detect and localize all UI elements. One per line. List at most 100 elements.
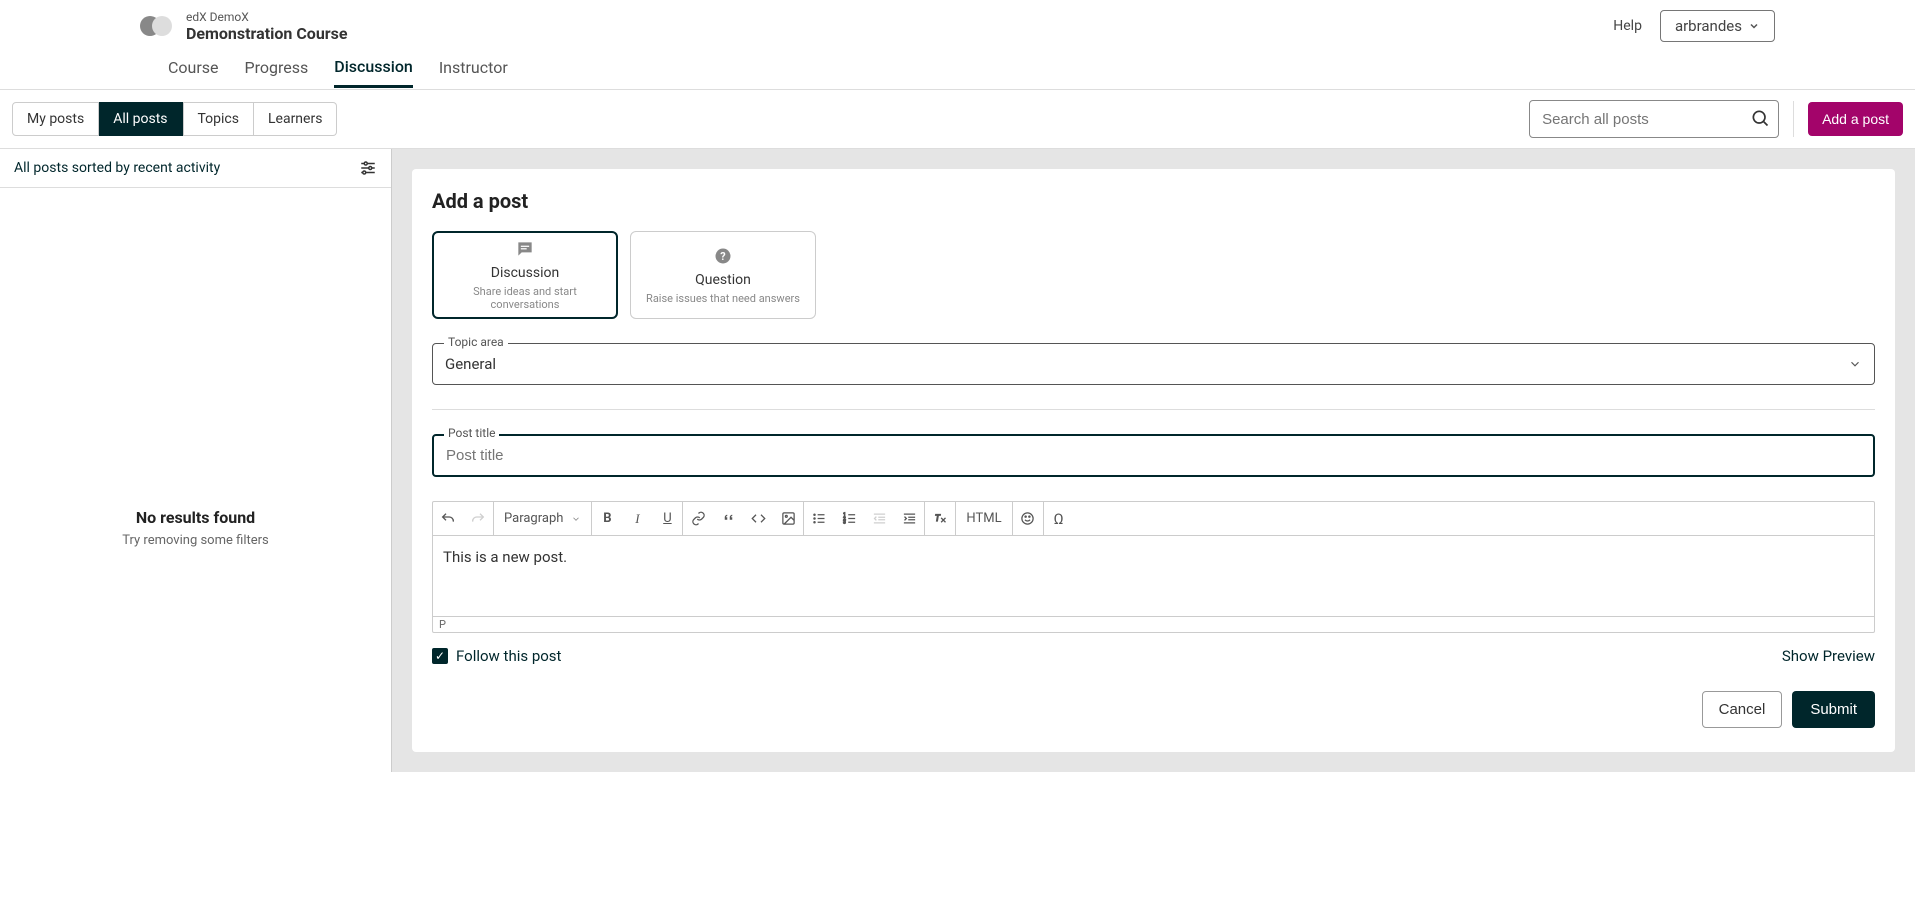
block-format-select[interactable]: Paragraph — [494, 511, 591, 526]
italic-button[interactable]: I — [622, 502, 652, 535]
show-preview-link[interactable]: Show Preview — [1782, 647, 1875, 665]
post-filter-group: My posts All posts Topics Learners — [12, 102, 337, 136]
tab-discussion[interactable]: Discussion — [334, 47, 413, 88]
course-name: Demonstration Course — [186, 24, 348, 43]
topic-label: Topic area — [444, 335, 508, 349]
type-question[interactable]: ? Question Raise issues that need answer… — [630, 231, 816, 319]
discussion-toolbar: My posts All posts Topics Learners Add a… — [0, 90, 1915, 149]
editor-path: P — [433, 616, 1874, 632]
no-results-title: No results found — [0, 508, 391, 527]
sort-text[interactable]: All posts sorted by recent activity — [14, 160, 220, 176]
user-name: arbrandes — [1675, 17, 1742, 35]
underline-icon: U — [663, 511, 671, 526]
submit-button[interactable]: Submit — [1792, 691, 1875, 728]
chevron-down-icon — [1748, 20, 1760, 32]
bold-button[interactable]: B — [592, 502, 622, 535]
chevron-down-icon — [1848, 357, 1862, 371]
bottom-row: ✓ Follow this post Show Preview — [432, 647, 1875, 665]
bullet-list-button[interactable] — [804, 502, 834, 535]
post-title-input[interactable] — [446, 447, 1861, 464]
svg-text:3: 3 — [843, 521, 846, 526]
quote-icon — [721, 511, 736, 526]
add-post-card: Add a post Discussion Share ideas and st… — [412, 169, 1895, 752]
help-link[interactable]: Help — [1613, 18, 1642, 34]
clear-format-button[interactable]: T — [925, 502, 955, 535]
tab-course[interactable]: Course — [168, 48, 219, 87]
user-menu[interactable]: arbrandes — [1660, 10, 1775, 42]
card-title: Add a post — [432, 189, 1875, 213]
course-nav: Course Progress Discussion Instructor — [0, 46, 1915, 90]
cancel-button[interactable]: Cancel — [1702, 691, 1783, 728]
quote-button[interactable] — [713, 502, 743, 535]
main-panel: Add a post Discussion Share ideas and st… — [392, 149, 1915, 772]
filter-my-posts[interactable]: My posts — [12, 102, 99, 136]
clear-format-icon: T — [933, 511, 948, 526]
tab-progress[interactable]: Progress — [245, 48, 309, 87]
sort-bar: All posts sorted by recent activity — [0, 149, 391, 188]
filter-all-posts[interactable]: All posts — [99, 102, 182, 136]
filter-topics[interactable]: Topics — [183, 102, 254, 136]
chat-icon — [515, 239, 535, 259]
emoji-button[interactable] — [1013, 502, 1043, 535]
add-post-button[interactable]: Add a post — [1808, 102, 1903, 136]
bullet-list-icon — [812, 511, 827, 526]
redo-button[interactable] — [463, 502, 493, 535]
topic-select[interactable]: General — [432, 343, 1875, 385]
outdent-button[interactable] — [864, 502, 894, 535]
search-button[interactable] — [1750, 108, 1770, 128]
bold-icon: B — [603, 511, 611, 526]
filter-learners[interactable]: Learners — [254, 102, 337, 136]
editor-toolbar: Paragraph B I U — [433, 502, 1874, 536]
app-header: edX DemoX Demonstration Course Help arbr… — [0, 0, 1915, 46]
type-question-title: Question — [695, 272, 751, 288]
editor-body[interactable]: This is a new post. — [433, 536, 1874, 616]
emoji-icon — [1020, 511, 1035, 526]
omega-icon: Ω — [1054, 510, 1064, 528]
form-actions: Cancel Submit — [432, 691, 1875, 728]
image-icon — [781, 511, 796, 526]
topic-field: Topic area General — [432, 343, 1875, 385]
checkbox-checked-icon: ✓ — [432, 648, 448, 664]
outdent-icon — [872, 511, 887, 526]
toolbar-divider — [1793, 101, 1794, 137]
indent-icon — [902, 511, 917, 526]
divider — [432, 409, 1875, 410]
undo-button[interactable] — [433, 502, 463, 535]
follow-checkbox[interactable]: ✓ Follow this post — [432, 647, 561, 665]
post-title-input-wrap — [432, 434, 1875, 477]
image-button[interactable] — [773, 502, 803, 535]
search-icon — [1750, 108, 1770, 128]
brand-text: edX DemoX Demonstration Course — [186, 10, 348, 43]
link-button[interactable] — [683, 502, 713, 535]
question-icon: ? — [713, 246, 733, 266]
html-button[interactable]: HTML — [956, 502, 1011, 535]
search-input[interactable] — [1530, 103, 1778, 136]
type-discussion-sub: Share ideas and start conversations — [440, 285, 610, 311]
chevron-down-icon — [571, 514, 581, 524]
post-title-field: Post title — [432, 434, 1875, 477]
svg-text:?: ? — [720, 250, 725, 263]
link-icon — [691, 511, 706, 526]
undo-icon — [440, 511, 456, 527]
special-char-button[interactable]: Ω — [1044, 502, 1074, 535]
editor-text: This is a new post. — [443, 548, 567, 566]
follow-label: Follow this post — [456, 647, 561, 665]
indent-button[interactable] — [894, 502, 924, 535]
code-icon — [751, 511, 766, 526]
header-right: Help arbrandes — [1613, 10, 1775, 42]
underline-button[interactable]: U — [652, 502, 682, 535]
posts-sidebar: All posts sorted by recent activity No r… — [0, 149, 392, 772]
type-discussion[interactable]: Discussion Share ideas and start convers… — [432, 231, 618, 319]
block-format-value: Paragraph — [504, 511, 563, 526]
number-list-button[interactable]: 123 — [834, 502, 864, 535]
filter-button[interactable] — [359, 159, 377, 177]
sliders-icon — [359, 159, 377, 177]
type-discussion-title: Discussion — [491, 265, 559, 281]
code-button[interactable] — [743, 502, 773, 535]
rich-text-editor: Paragraph B I U — [432, 501, 1875, 633]
logo-icon — [140, 16, 174, 36]
toolbar-right: Add a post — [1529, 100, 1903, 138]
tab-instructor[interactable]: Instructor — [439, 48, 508, 87]
svg-text:T: T — [935, 514, 941, 524]
type-question-sub: Raise issues that need answers — [646, 292, 800, 305]
